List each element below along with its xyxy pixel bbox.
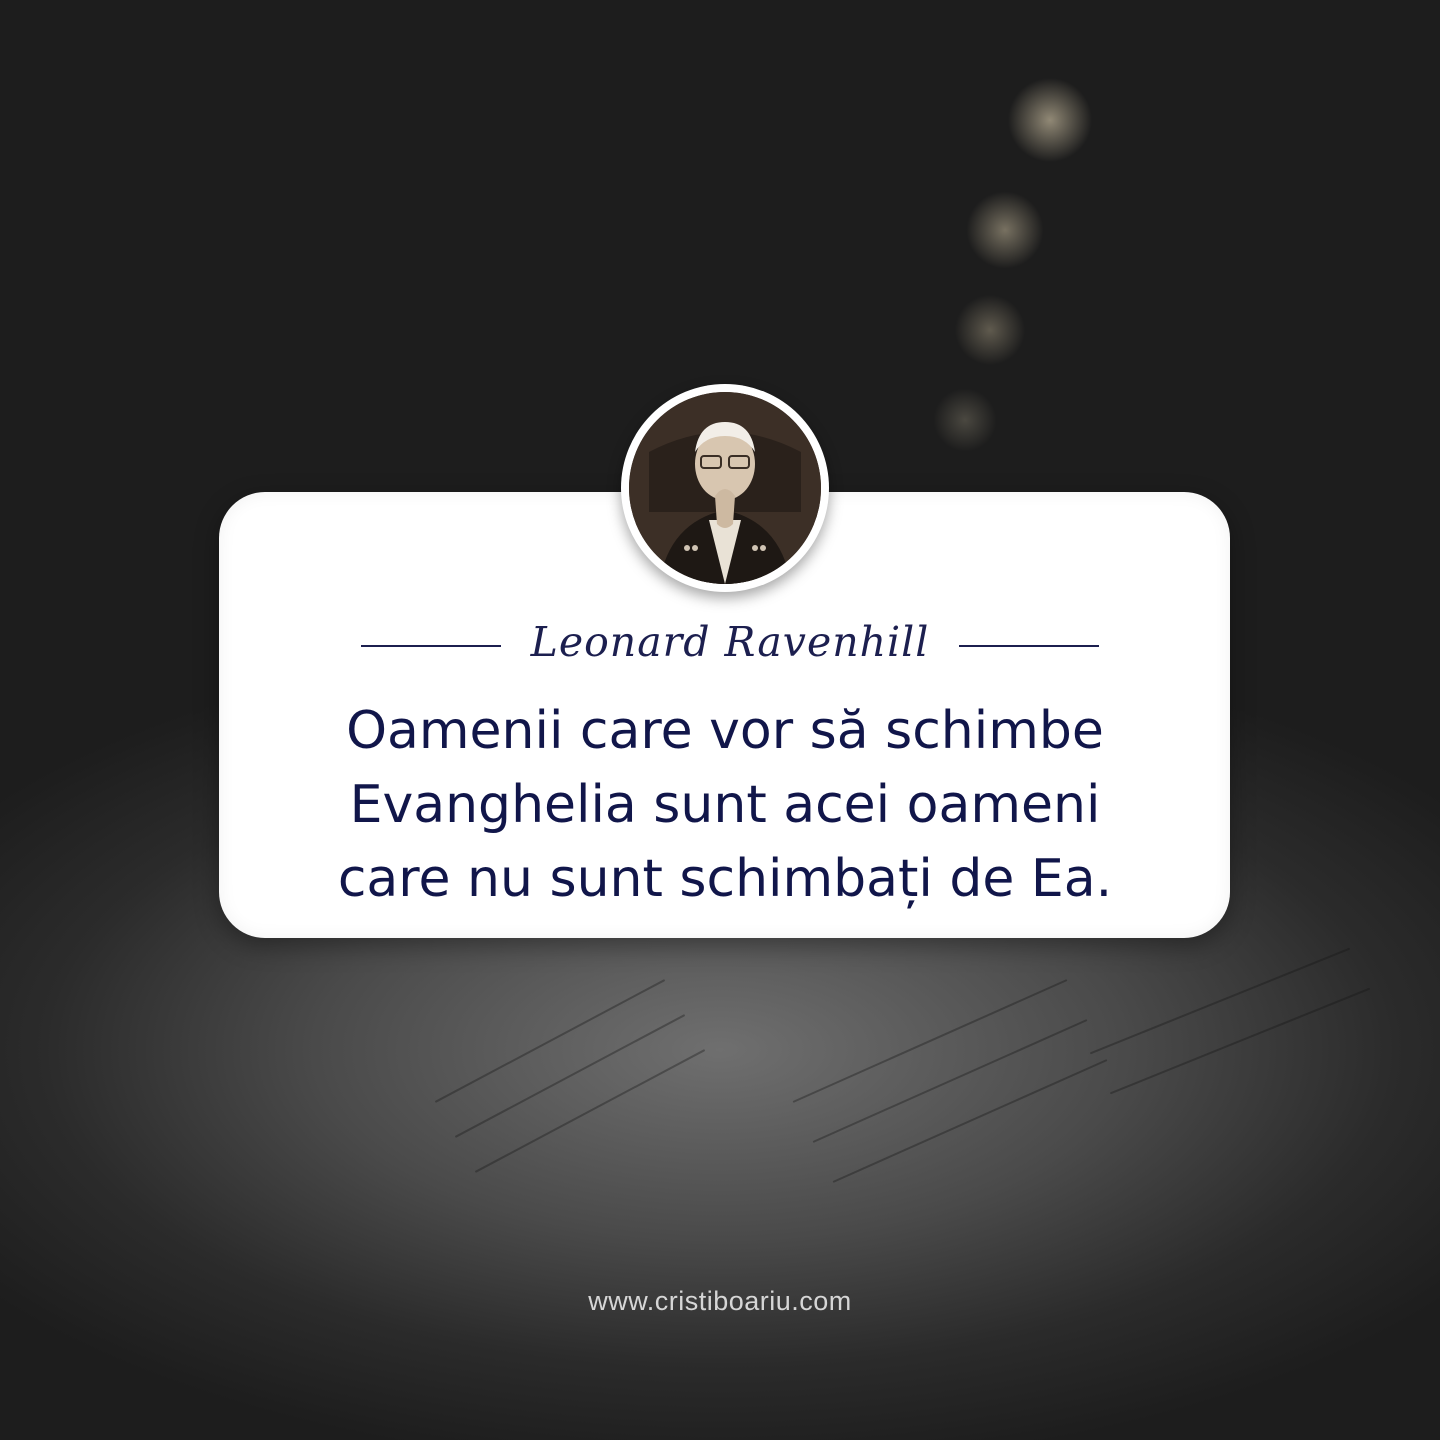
quote-line: care nu sunt schimbați de Ea. [337, 849, 1113, 909]
book-text-line [812, 1019, 1088, 1143]
book-text-line [1089, 947, 1351, 1055]
author-avatar [621, 384, 829, 592]
author-heading: Leonard Ravenhill [361, 612, 1099, 672]
quote-line: Evanghelia sunt acei oameni [349, 775, 1101, 835]
author-name: Leonard Ravenhill [530, 618, 930, 666]
book-text-line [832, 1059, 1108, 1183]
quote-text: Oamenii care vor să schimbe Evanghelia s… [240, 694, 1210, 916]
portrait-illustration [629, 392, 821, 584]
divider-right [959, 645, 1099, 647]
quote-line: Oamenii care vor să schimbe [346, 701, 1104, 761]
book-text-line [792, 979, 1068, 1103]
book-text-line [1109, 987, 1371, 1095]
book-text-line [474, 1049, 706, 1173]
author-portrait-photo [629, 392, 821, 584]
website-url: www.cristiboariu.com [588, 1286, 852, 1316]
